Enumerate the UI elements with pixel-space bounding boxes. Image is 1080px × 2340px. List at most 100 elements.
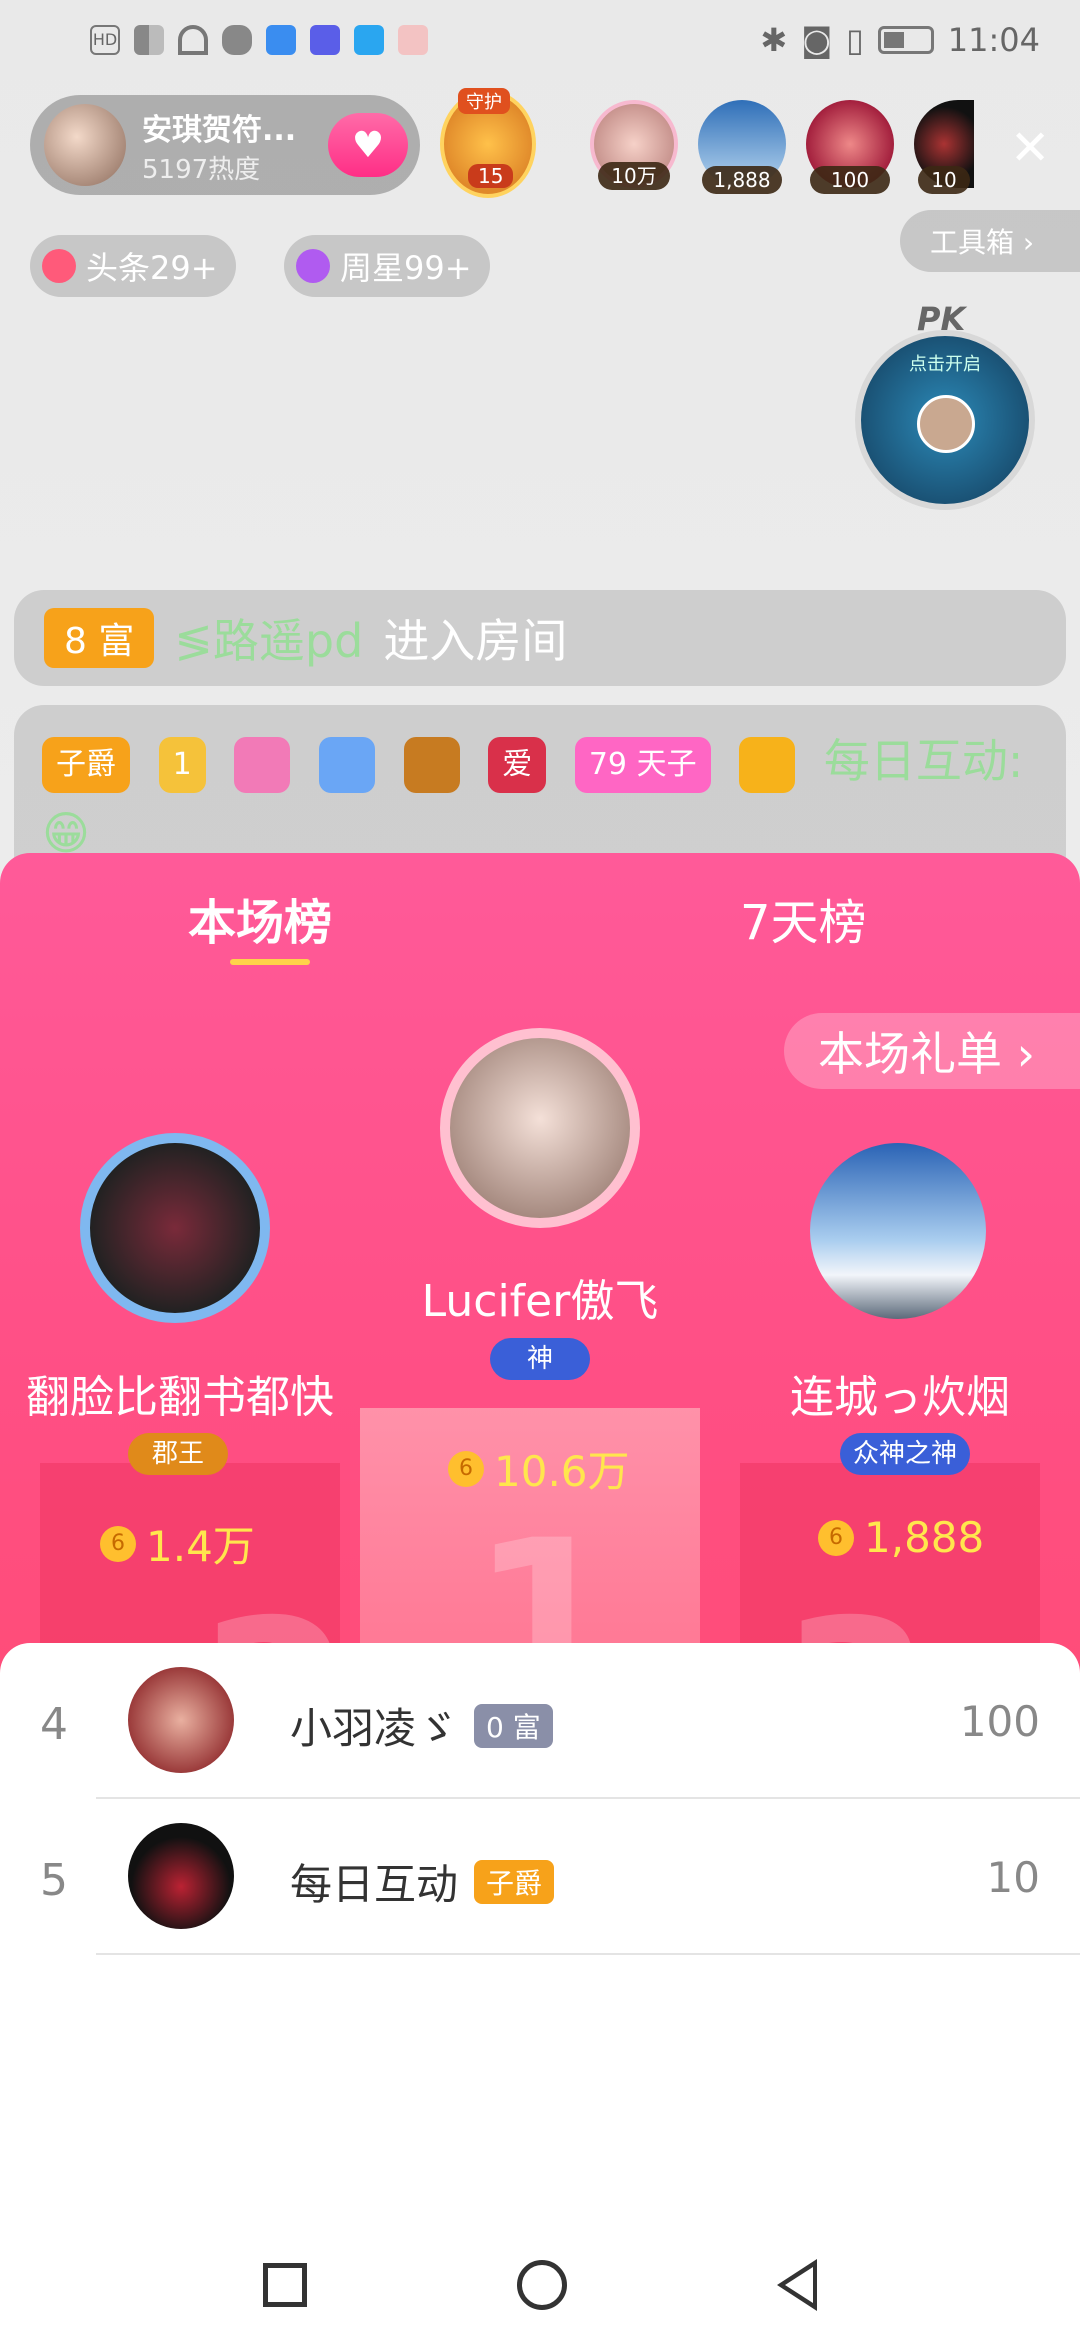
host-card[interactable]: 安琪贺符... 5197热度 ♥ bbox=[30, 95, 420, 195]
headline-chip[interactable]: 头条29+ bbox=[30, 235, 236, 297]
host-name: 安琪贺符... bbox=[142, 112, 297, 148]
second-place-name: 翻脸比翻书都快 bbox=[26, 1372, 334, 1423]
first-place-name: Lucifer傲飞 bbox=[421, 1276, 659, 1327]
user-card-icon bbox=[739, 736, 796, 793]
viewer-count: 10万 bbox=[598, 162, 670, 190]
host-avatar[interactable] bbox=[44, 104, 126, 186]
viewer-avatar[interactable]: 10 bbox=[914, 100, 974, 194]
third-place-title: 众神之神 bbox=[840, 1433, 970, 1475]
gift-list-button[interactable]: 本场礼单 › bbox=[784, 1013, 1080, 1089]
rank-number: 5 bbox=[40, 1855, 68, 1906]
love-badge: 爱 bbox=[488, 736, 547, 793]
flame-icon bbox=[42, 249, 76, 283]
fan-level: 79 bbox=[588, 746, 628, 782]
viewer-avatar[interactable]: 100 bbox=[806, 100, 894, 194]
signal-icon bbox=[134, 25, 164, 55]
tab-this-session[interactable]: 本场榜 bbox=[188, 883, 332, 953]
user-avatar[interactable] bbox=[128, 1667, 234, 1773]
home-button[interactable] bbox=[517, 2260, 567, 2310]
coin-icon: 6 bbox=[818, 1519, 854, 1556]
weekly-star-label: 周星99+ bbox=[340, 249, 472, 287]
list-item[interactable]: 4 小羽凌ゞ 0 富 100 bbox=[0, 1643, 1080, 1799]
first-place-coin-value: 10.6万 bbox=[494, 1447, 630, 1496]
system-nav-bar bbox=[0, 2230, 1080, 2340]
second-place-avatar[interactable] bbox=[80, 1133, 270, 1323]
fan-title: 天子 bbox=[636, 746, 697, 782]
fan-level-badge: 79 天子 bbox=[574, 736, 711, 793]
user-avatar[interactable] bbox=[128, 1823, 234, 1929]
hd-icon: HD bbox=[90, 25, 120, 55]
user-name: 每日互动 bbox=[290, 1860, 459, 1909]
recents-button[interactable] bbox=[263, 2263, 307, 2307]
guard-count: 15 bbox=[468, 164, 514, 188]
calendar-icon bbox=[398, 25, 428, 55]
viewer-count: 10 bbox=[918, 166, 970, 194]
coin-icon: 6 bbox=[100, 1525, 136, 1562]
pk-button[interactable]: PK 点击开启 bbox=[855, 300, 1035, 520]
weekly-star-chip[interactable]: 周星99+ bbox=[284, 235, 490, 297]
guard-label: 守护 bbox=[458, 88, 510, 114]
chat-message: 8 富 ≶路遥pd 进入房间 bbox=[14, 590, 1066, 686]
bluetooth-icon: ✱ bbox=[760, 21, 788, 59]
chat-emoji: 😁 bbox=[42, 806, 90, 860]
top-viewers: 10万 1,888 100 10 bbox=[590, 100, 974, 194]
second-place-coin-value: 1.4万 bbox=[146, 1522, 255, 1571]
status-right: ✱ ◙ ▯ 11:04 bbox=[760, 21, 1040, 59]
chat-user[interactable]: ≶路遥pd bbox=[174, 605, 363, 671]
star-icon bbox=[296, 249, 330, 283]
tab-underline bbox=[230, 959, 310, 965]
status-left: HD bbox=[90, 25, 428, 55]
back-button[interactable] bbox=[777, 2259, 817, 2311]
guard-badge[interactable]: 守护 15 bbox=[440, 88, 536, 198]
user-name-group: 小羽凌ゞ 0 富 bbox=[290, 1695, 553, 1756]
divider bbox=[96, 1953, 1080, 1955]
list-item[interactable]: 5 每日互动 子爵 10 bbox=[0, 1799, 1080, 1955]
camera-icon: ◙ bbox=[801, 21, 833, 59]
coin-icon: 6 bbox=[448, 1450, 484, 1487]
user-name-group: 每日互动 子爵 bbox=[290, 1851, 555, 1912]
chat-user[interactable]: 每日互动: bbox=[824, 734, 1024, 788]
third-place-name: 连城っ炊烟 bbox=[790, 1372, 1010, 1423]
wealth-badge: 0 富 bbox=[474, 1703, 553, 1748]
chat-text: 进入房间 bbox=[383, 614, 568, 668]
follow-heart-button[interactable]: ♥ bbox=[328, 113, 408, 177]
second-place-title: 郡王 bbox=[128, 1433, 228, 1475]
viewer-avatar[interactable]: 1,888 bbox=[698, 100, 786, 194]
cloud-icon bbox=[266, 25, 296, 55]
heart-gem-icon bbox=[234, 736, 291, 793]
wifi-icon bbox=[178, 25, 208, 55]
gold-bar-icon bbox=[403, 736, 460, 793]
pk-subtitle: 点击开启 bbox=[909, 354, 981, 375]
first-place-title: 神 bbox=[490, 1338, 590, 1380]
close-icon[interactable]: ✕ bbox=[1010, 120, 1050, 176]
viewer-count: 1,888 bbox=[702, 166, 782, 194]
second-place-coins: 6 1.4万 bbox=[100, 1513, 255, 1574]
viewer-count: 100 bbox=[810, 166, 890, 194]
viscount-badge: 子爵 bbox=[474, 1859, 555, 1904]
third-place-coin-value: 1,888 bbox=[864, 1513, 985, 1562]
toolbox-button[interactable]: 工具箱 › bbox=[900, 210, 1080, 272]
viewer-avatar[interactable]: 10万 bbox=[590, 100, 678, 190]
grad-icon bbox=[310, 25, 340, 55]
rank-number: 4 bbox=[40, 1699, 68, 1750]
wealth-badge: 8 富 bbox=[44, 608, 155, 668]
pk-avatar bbox=[917, 395, 975, 453]
viscount-badge: 子爵 bbox=[42, 736, 130, 793]
status-time: 11:04 bbox=[947, 21, 1040, 59]
first-place-coins: 6 10.6万 bbox=[448, 1438, 630, 1499]
headline-label: 头条29+ bbox=[86, 249, 218, 287]
vibrate-icon: ▯ bbox=[846, 21, 864, 59]
host-heat: 5197热度 bbox=[142, 154, 261, 185]
heart-icon: ♥ bbox=[351, 124, 385, 166]
shield-icon bbox=[222, 25, 252, 55]
diamond-icon bbox=[318, 736, 375, 793]
user-name: 小羽凌ゞ bbox=[290, 1704, 459, 1753]
third-place-avatar[interactable] bbox=[810, 1143, 986, 1319]
host-info: 安琪贺符... 5197热度 bbox=[142, 105, 296, 186]
status-bar: HD ✱ ◙ ▯ 11:04 bbox=[0, 0, 1080, 80]
first-place-avatar[interactable] bbox=[440, 1028, 640, 1228]
tab-7-days[interactable]: 7天榜 bbox=[740, 883, 867, 953]
search-icon bbox=[354, 25, 384, 55]
contribution-value: 100 bbox=[959, 1697, 1040, 1746]
level-star-badge: 1 bbox=[158, 736, 206, 793]
